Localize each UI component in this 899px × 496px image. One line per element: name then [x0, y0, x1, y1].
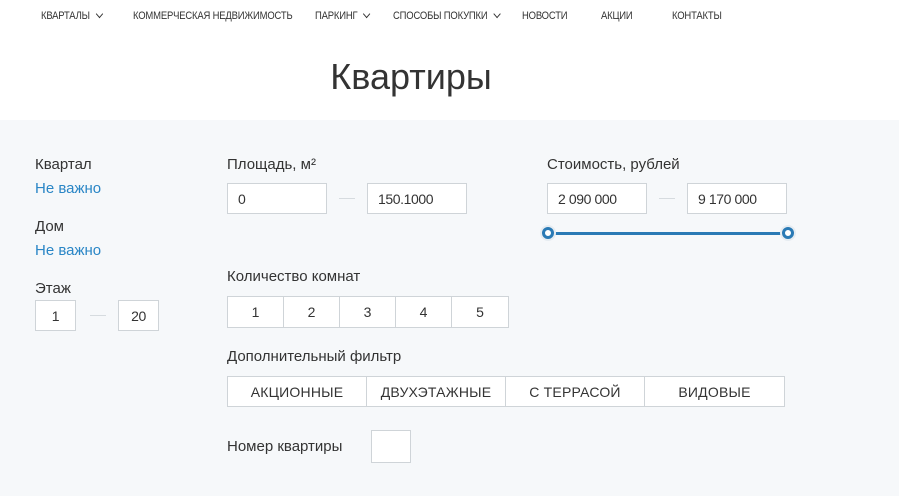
rooms-option-5[interactable]: 5	[452, 297, 508, 327]
area-label: Площадь, м²	[227, 156, 316, 173]
nav-item-label: Новости	[522, 10, 568, 22]
rooms-option-2[interactable]: 2	[284, 297, 340, 327]
apartment-number-label: Номер квартиры	[227, 438, 343, 455]
rooms-option-4[interactable]: 4	[396, 297, 452, 327]
extra-filter-promo[interactable]: Акционные	[228, 377, 367, 406]
extra-filter-selector: Акционные Двухэтажные С террасой Видовые	[227, 376, 785, 407]
nav-item-purchase-methods[interactable]: Способы покупки	[393, 9, 501, 22]
quarter-select-link[interactable]: Не важно	[35, 180, 101, 197]
extra-filter-two-storey[interactable]: Двухэтажные	[367, 377, 506, 406]
price-slider-max-handle[interactable]	[782, 227, 794, 239]
area-to-input[interactable]: 150.1000	[367, 183, 467, 214]
nav-item-commercial[interactable]: Коммерческая недвижимость	[133, 10, 293, 22]
rooms-option-3[interactable]: 3	[340, 297, 396, 327]
price-slider-track[interactable]	[548, 232, 788, 235]
filter-panel: Квартал Не важно Дом Не важно Этаж 1 20 …	[0, 120, 899, 496]
range-dash	[659, 198, 675, 199]
rooms-option-1[interactable]: 1	[228, 297, 284, 327]
top-navigation: Кварталы Коммерческая недвижимость Парки…	[0, 0, 899, 36]
nav-item-news[interactable]: Новости	[522, 10, 568, 22]
nav-item-label: Акции	[601, 10, 633, 22]
quarter-label: Квартал	[35, 156, 92, 173]
page-title: Квартиры	[330, 56, 492, 97]
extra-filter-terrace[interactable]: С террасой	[506, 377, 645, 406]
floor-from-input[interactable]: 1	[35, 300, 76, 331]
range-dash	[90, 315, 106, 316]
range-dash	[339, 198, 355, 199]
extra-filter-label: Дополнительный фильтр	[227, 348, 402, 365]
apartment-number-input[interactable]	[371, 430, 411, 463]
rooms-selector: 1 2 3 4 5	[227, 296, 509, 328]
area-from-input[interactable]: 0	[227, 183, 327, 214]
price-to-input[interactable]: 9 170 000	[687, 183, 787, 214]
price-slider-min-handle[interactable]	[542, 227, 554, 239]
price-label: Стоимость, рублей	[547, 156, 680, 173]
nav-item-label: Коммерческая недвижимость	[133, 10, 293, 22]
nav-item-kvartaly[interactable]: Кварталы	[41, 9, 104, 22]
price-from-input[interactable]: 2 090 000	[547, 183, 647, 214]
nav-item-contacts[interactable]: Контакты	[672, 10, 722, 22]
nav-item-label: Паркинг	[315, 10, 358, 22]
nav-item-label: Кварталы	[41, 10, 90, 22]
nav-item-parking[interactable]: Паркинг	[315, 9, 371, 22]
chevron-down-icon	[363, 9, 371, 19]
chevron-down-icon	[95, 9, 104, 19]
nav-item-promotions[interactable]: Акции	[601, 10, 633, 22]
extra-filter-view[interactable]: Видовые	[645, 377, 784, 406]
nav-item-label: Контакты	[672, 10, 722, 22]
floor-to-input[interactable]: 20	[118, 300, 159, 331]
chevron-down-icon	[493, 9, 501, 19]
floor-label: Этаж	[35, 280, 71, 297]
rooms-label: Количество комнат	[227, 268, 361, 285]
nav-item-label: Способы покупки	[393, 10, 488, 22]
house-label: Дом	[35, 218, 64, 235]
house-select-link[interactable]: Не важно	[35, 242, 101, 259]
